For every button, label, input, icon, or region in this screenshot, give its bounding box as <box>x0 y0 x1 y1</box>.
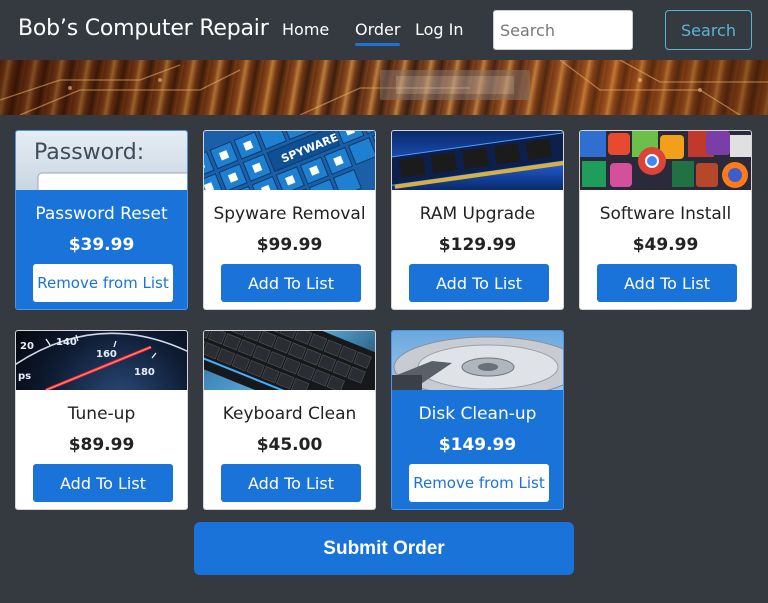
product-card: 20 140 160 180 ps Tune-up $89.99 Add To … <box>15 330 188 510</box>
product-name: Software Install <box>599 204 732 224</box>
product-price: $39.99 <box>68 235 135 255</box>
add-to-list-button[interactable]: Add To List <box>597 264 737 302</box>
nav-link-order[interactable]: Order <box>355 20 401 46</box>
circuit-board-banner <box>0 60 768 115</box>
add-to-list-button[interactable]: Add To List <box>221 264 361 302</box>
product-card: SPYWARE Spyware Removal $99.99 Add To Li… <box>203 130 376 310</box>
product-name: Keyboard Clean <box>222 404 357 424</box>
product-name: Spyware Removal <box>213 204 366 224</box>
product-name: Disk Clean-up <box>418 404 537 424</box>
product-price: $149.99 <box>438 435 517 455</box>
add-to-list-button[interactable]: Add To List <box>33 464 173 502</box>
svg-text:20: 20 <box>20 341 34 352</box>
add-to-list-button[interactable]: Add To List <box>409 264 549 302</box>
speedometer-image: 20 140 160 180 ps <box>16 331 187 390</box>
submit-order-button[interactable]: Submit Order <box>194 522 574 575</box>
keyboard-image <box>204 331 375 390</box>
product-name: RAM Upgrade <box>419 204 536 224</box>
svg-text:160: 160 <box>96 349 117 360</box>
add-to-list-button[interactable]: Add To List <box>221 464 361 502</box>
product-card: Password: Password Reset $39.99 Remove f… <box>15 130 188 310</box>
product-card: Software Install $49.99 Add To List <box>579 130 752 310</box>
nav-link-login[interactable]: Log In <box>415 20 464 39</box>
product-card: RAM Upgrade $129.99 Add To List <box>391 130 564 310</box>
software-icons-image <box>580 131 751 190</box>
brand-title[interactable]: Bob’s Computer Repair <box>18 16 269 41</box>
hard-disk-image <box>392 331 563 390</box>
product-name: Password Reset <box>35 204 168 224</box>
product-card: Keyboard Clean $45.00 Add To List <box>203 330 376 510</box>
product-price: $129.99 <box>438 235 517 255</box>
svg-text:140: 140 <box>56 337 77 348</box>
product-price: $99.99 <box>256 235 323 255</box>
spyware-keyboard-image: SPYWARE <box>204 131 375 190</box>
remove-from-list-button[interactable]: Remove from List <box>409 464 549 502</box>
search-button[interactable]: Search <box>665 10 752 50</box>
product-price: $89.99 <box>68 435 135 455</box>
product-price: $49.99 <box>632 235 699 255</box>
svg-text:180: 180 <box>134 367 155 378</box>
nav-link-home[interactable]: Home <box>282 20 329 39</box>
password-thumb-label: Password: <box>34 140 144 165</box>
ram-module-image <box>392 131 563 190</box>
remove-from-list-button[interactable]: Remove from List <box>33 264 173 302</box>
search-input[interactable] <box>493 10 633 50</box>
product-name: Tune-up <box>67 404 136 424</box>
password-field-image: Password: <box>16 131 187 190</box>
navbar: Bob’s Computer Repair Home Order Log In … <box>0 0 768 60</box>
svg-text:ps: ps <box>18 371 31 382</box>
product-card: Disk Clean-up $149.99 Remove from List <box>391 330 564 510</box>
product-price: $45.00 <box>256 435 323 455</box>
